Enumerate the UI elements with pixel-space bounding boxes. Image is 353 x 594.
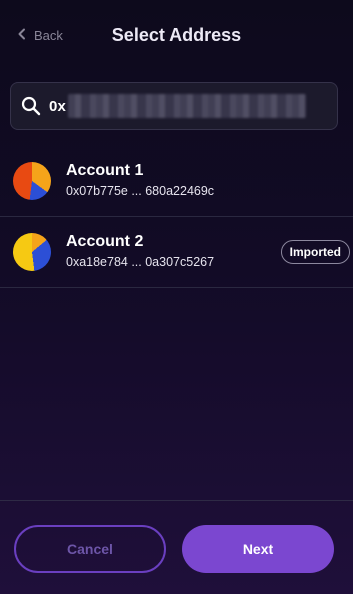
account-avatar bbox=[13, 162, 51, 200]
header: Back Select Address bbox=[0, 0, 353, 70]
account-item-1[interactable]: Account 1 0x07b775e ... 680a22469c bbox=[0, 146, 353, 217]
account-item-2[interactable]: Account 2 0xa18e784 ... 0a307c5267 Impor… bbox=[0, 217, 353, 288]
search-input[interactable]: 0x bbox=[10, 82, 338, 130]
footer-divider bbox=[0, 500, 353, 501]
account-name: Account 2 bbox=[66, 233, 144, 250]
search-icon bbox=[21, 96, 41, 116]
account-address: 0xa18e784 ... 0a307c5267 bbox=[66, 255, 215, 269]
imported-badge: Imported bbox=[280, 240, 350, 264]
cancel-button[interactable]: Cancel bbox=[14, 525, 166, 573]
page-title: Select Address bbox=[111, 25, 242, 45]
redacted-address bbox=[68, 94, 307, 118]
account-name: Account 1 bbox=[66, 162, 144, 179]
account-avatar bbox=[13, 233, 51, 271]
next-button[interactable]: Next bbox=[182, 525, 334, 573]
account-address: 0x07b775e ... 680a22469c bbox=[66, 184, 215, 198]
search-value: 0x bbox=[49, 97, 67, 115]
